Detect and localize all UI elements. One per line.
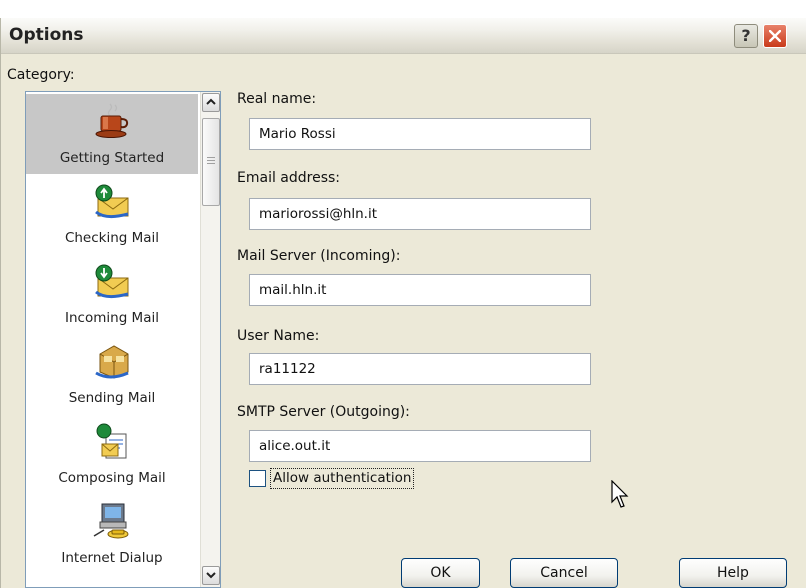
- category-item-incoming-mail[interactable]: Incoming Mail: [26, 254, 198, 334]
- title-bar[interactable]: Options ?: [1, 18, 806, 54]
- cancel-button[interactable]: Cancel: [510, 558, 618, 588]
- email-address-field[interactable]: mariorossi@hln.it: [249, 198, 591, 230]
- ok-button[interactable]: OK: [401, 558, 480, 588]
- compose-mail-icon: [96, 423, 127, 459]
- background-page-strip: [0, 0, 806, 18]
- category-scrollbar[interactable]: [200, 92, 220, 587]
- category-list: Getting Started Checking Mail Incoming M…: [25, 91, 221, 588]
- category-item-getting-started[interactable]: Getting Started: [26, 94, 198, 174]
- close-icon: [769, 30, 781, 42]
- help-title-button[interactable]: ?: [734, 24, 758, 48]
- category-item-sending-mail[interactable]: Sending Mail: [26, 334, 198, 414]
- chevron-down-icon: [206, 572, 216, 579]
- category-item-label: Checking Mail: [64, 230, 160, 246]
- mail-check-icon: [95, 184, 129, 219]
- category-item-internet-dialup[interactable]: Internet Dialup: [26, 494, 198, 574]
- incoming-server-label: Mail Server (Incoming):: [237, 248, 401, 264]
- mouse-pointer-icon: [611, 480, 629, 508]
- category-item-label: Getting Started: [59, 150, 165, 166]
- email-address-label: Email address:: [237, 170, 341, 186]
- scrollbar-thumb[interactable]: [202, 118, 220, 206]
- scroll-down-button[interactable]: [202, 566, 220, 585]
- category-item-checking-mail[interactable]: Checking Mail: [26, 174, 198, 254]
- real-name-field[interactable]: Mario Rossi: [249, 118, 591, 150]
- real-name-label: Real name:: [237, 91, 317, 107]
- chevron-up-icon: [206, 98, 216, 105]
- user-name-label: User Name:: [237, 328, 320, 344]
- dialup-computer-icon: [93, 503, 129, 539]
- close-button[interactable]: [763, 24, 787, 48]
- smtp-server-field[interactable]: alice.out.it: [249, 430, 591, 462]
- category-item-label: Incoming Mail: [65, 310, 159, 326]
- category-item-label: Sending Mail: [68, 390, 156, 406]
- smtp-server-label: SMTP Server (Outgoing):: [237, 404, 410, 420]
- allow-authentication-checkbox[interactable]: [249, 470, 266, 487]
- coffee-cup-icon: [95, 103, 129, 138]
- category-label: Category:: [7, 67, 75, 83]
- options-dialog: Options ? Category: Getting Started Chec…: [0, 18, 806, 588]
- category-item-composing-mail[interactable]: Composing Mail: [26, 414, 198, 494]
- incoming-server-field[interactable]: mail.hln.it: [249, 274, 591, 306]
- allow-authentication-label[interactable]: Allow authentication: [270, 468, 415, 489]
- scroll-up-button[interactable]: [202, 93, 220, 112]
- mail-send-icon: [95, 345, 129, 379]
- mail-incoming-icon: [95, 264, 129, 299]
- help-button[interactable]: Help: [679, 558, 787, 588]
- category-item-label: Internet Dialup: [61, 550, 163, 566]
- user-name-field[interactable]: ra11122: [249, 353, 591, 385]
- category-item-label: Composing Mail: [58, 470, 166, 486]
- allow-authentication-option[interactable]: Allow authentication: [249, 468, 429, 490]
- dialog-title: Options: [9, 25, 84, 45]
